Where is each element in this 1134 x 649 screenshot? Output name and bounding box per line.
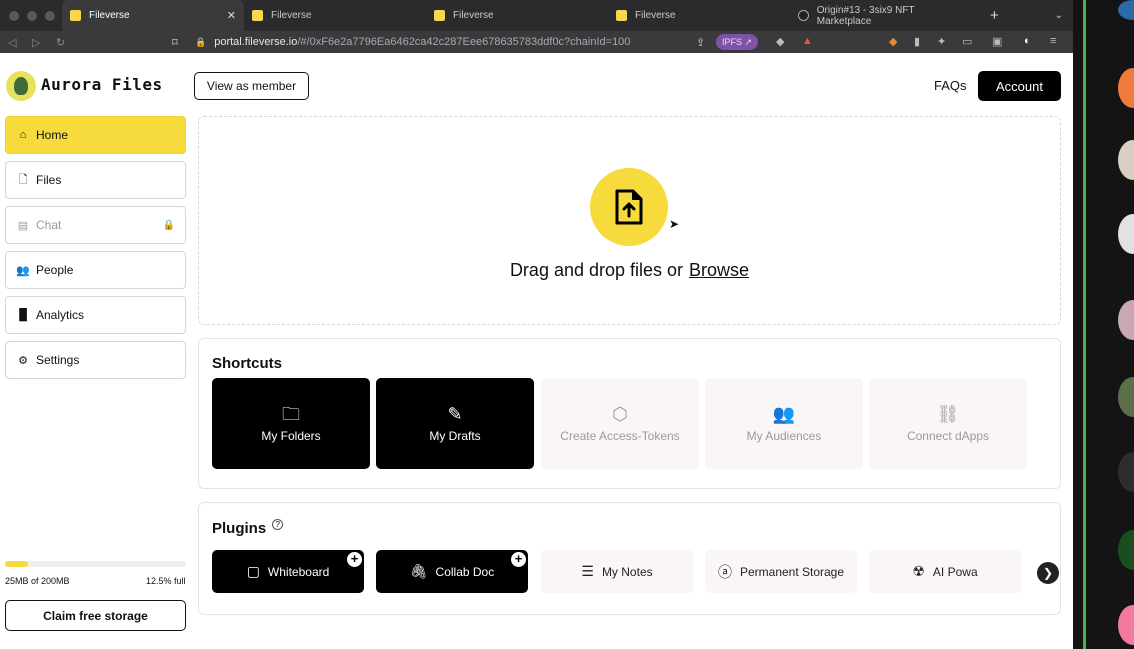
browser-tab-bar: Fileverse ✕ Fileverse Fileverse Filevers… <box>0 0 1073 31</box>
close-window-button[interactable] <box>9 10 19 21</box>
shortcut-my-audiences[interactable]: 👥 My Audiences <box>705 378 863 469</box>
browse-link[interactable]: Browse <box>689 260 749 280</box>
shortcuts-title: Shortcuts <box>212 355 283 372</box>
sidebar-toggle-icon[interactable]: ▭ <box>962 35 972 48</box>
sidebar-item-analytics[interactable]: ▐▌ Analytics <box>5 296 186 334</box>
tab-menu-chevron-icon[interactable]: ⌄ <box>1055 10 1063 21</box>
sidebar-item-files[interactable]: 🗋 Files <box>5 161 186 199</box>
back-icon[interactable]: ◁ <box>8 36 24 49</box>
logo-figure-icon <box>14 77 28 95</box>
upload-dropzone[interactable]: ➤ Drag and drop files or Browse <box>198 116 1061 325</box>
next-arrow-button[interactable]: ❯ <box>1037 562 1059 584</box>
link-icon: ⛓ <box>936 403 960 424</box>
plugins-title: Plugins? <box>212 519 284 537</box>
url-field[interactable]: 🔒 portal.fileverse.io/#/0xF6e2a7796Ea646… <box>195 33 715 51</box>
people-icon: 👥 <box>16 264 30 277</box>
upload-button[interactable] <box>590 168 668 246</box>
ipfs-badge[interactable]: IPFS ↗ <box>716 34 759 50</box>
claim-free-storage-button[interactable]: Claim free storage <box>5 600 186 631</box>
lock-icon: 🔒 <box>195 36 207 47</box>
browser-tab[interactable]: Fileverse <box>608 0 790 31</box>
new-tab-icon[interactable]: + <box>990 7 999 24</box>
browser-tab[interactable]: Fileverse <box>426 0 608 31</box>
plugin-my-notes[interactable]: ☰ My Notes <box>541 550 693 593</box>
sidebar-item-people[interactable]: 👥 People <box>5 251 186 289</box>
shortcut-my-folders[interactable]: 🗀 My Folders <box>212 378 370 469</box>
lines-icon: ☰ <box>581 563 594 579</box>
plugin-permanent-storage[interactable]: ⓐ Permanent Storage <box>705 550 857 593</box>
aurora-logo[interactable] <box>6 71 36 101</box>
shortcut-my-drafts[interactable]: ✎ My Drafts <box>376 378 534 469</box>
plugin-ai-powa[interactable]: ☢ AI Powa <box>869 550 1021 593</box>
puzzle-icon[interactable]: ✦ <box>937 35 946 48</box>
fileverse-favicon-icon <box>252 10 263 21</box>
fileverse-favicon-icon <box>70 10 81 21</box>
home-icon: ⌂ <box>19 129 27 141</box>
mouse-cursor-icon: ➤ <box>669 217 680 231</box>
at-icon: ⓐ <box>717 563 732 580</box>
chat-icon: ▤ <box>17 219 29 232</box>
file-upload-icon <box>615 189 643 225</box>
window-controls <box>0 10 62 21</box>
profile-icon[interactable]: ◐ <box>1024 35 1031 47</box>
paperclip-icon: 🖇 <box>409 563 428 579</box>
plugin-whiteboard[interactable]: ▢ Whiteboard + <box>212 550 364 593</box>
window-border <box>1083 0 1086 649</box>
file-icon: 🗋 <box>18 173 28 186</box>
fileverse-favicon-icon <box>616 10 627 21</box>
bookmark-icon[interactable]: ⌑ <box>172 36 178 49</box>
help-icon[interactable]: ? <box>272 519 284 530</box>
sidebar-item-home[interactable]: ⌂ Home <box>5 116 186 154</box>
lock-icon: 🔒 <box>162 219 175 231</box>
account-button[interactable]: Account <box>978 71 1061 101</box>
storage-progress-bar <box>5 561 186 567</box>
ai-icon: ☢ <box>912 563 925 579</box>
sidebar-item-settings[interactable]: ⚙ Settings <box>5 341 186 379</box>
origin-favicon-icon <box>798 10 809 21</box>
minimize-window-button[interactable] <box>27 10 37 21</box>
fileverse-favicon-icon <box>434 10 445 21</box>
storage-progress-fill <box>5 561 28 567</box>
sidebar-item-chat[interactable]: ▤ Chat 🔒 <box>5 206 186 244</box>
storage-percent-text: 12.5% full <box>146 576 186 586</box>
rewards-icon[interactable]: ▲ <box>802 35 813 47</box>
add-plugin-icon[interactable]: + <box>511 552 526 567</box>
brand-name: Aurora Files <box>41 75 163 94</box>
reload-icon[interactable]: ↻ <box>56 36 72 49</box>
whiteboard-icon: ▢ <box>246 563 260 579</box>
add-plugin-icon[interactable]: + <box>347 552 362 567</box>
maximize-window-button[interactable] <box>45 10 55 21</box>
forward-icon[interactable]: ▷ <box>32 36 48 49</box>
app-page: Aurora Files View as member FAQs Account… <box>0 53 1073 649</box>
browser-tab[interactable]: Origin#13 - 3six9 NFT Marketplace <box>790 0 976 31</box>
shortcut-connect-dapps[interactable]: ⛓ Connect dApps <box>869 378 1027 469</box>
share-icon[interactable]: ⇪ <box>696 36 705 49</box>
edit-icon: ✎ <box>447 403 463 424</box>
browser-address-bar: ◁ ▷ ↻ ⌑ 🔒 portal.fileverse.io/#/0xF6e2a7… <box>0 31 1073 53</box>
faqs-link[interactable]: FAQs <box>934 78 967 93</box>
brave-shield-icon[interactable]: ◆ <box>776 35 784 48</box>
shortcuts-section: Shortcuts 🗀 My Folders ✎ My Drafts ⬡ Cre… <box>198 338 1061 489</box>
storage-used-text: 25MB of 200MB <box>5 576 70 586</box>
gear-icon: ⚙ <box>18 354 28 367</box>
browser-tab[interactable]: Fileverse ✕ <box>62 0 244 31</box>
extension-icon[interactable]: ▮ <box>914 35 920 48</box>
menu-icon[interactable]: ≡ <box>1050 35 1056 47</box>
browser-tab[interactable]: Fileverse <box>244 0 426 31</box>
metamask-icon[interactable]: ◆ <box>889 35 897 48</box>
wallet-icon[interactable]: ▣ <box>992 35 1002 48</box>
plugins-section: Plugins? ▢ Whiteboard + 🖇 Collab Doc + ☰… <box>198 502 1061 615</box>
group-icon: 👥 <box>772 403 796 424</box>
folder-icon: 🗀 <box>282 403 300 424</box>
cube-icon: ⬡ <box>612 403 628 424</box>
drop-instructions: Drag and drop files or Browse <box>509 260 750 280</box>
shortcut-create-access-tokens[interactable]: ⬡ Create Access-Tokens <box>541 378 699 469</box>
plugin-collab-doc[interactable]: 🖇 Collab Doc + <box>376 550 528 593</box>
close-tab-icon[interactable]: ✕ <box>227 9 236 22</box>
bar-chart-icon: ▐▌ <box>15 309 31 321</box>
view-as-member-button[interactable]: View as member <box>194 72 309 100</box>
